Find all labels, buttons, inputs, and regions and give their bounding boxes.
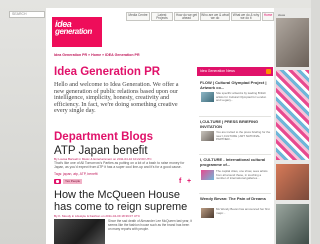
- nav-tab-who-we-are[interactable]: Who are we & what we do: [200, 12, 230, 21]
- sidebar-news-title[interactable]: Wendy Bevan: The Pain of Dreams: [200, 196, 270, 201]
- sidebar-news-thumbnail[interactable]: [201, 92, 214, 102]
- sidebar-news-thumbnail[interactable]: [201, 170, 214, 180]
- post-meta[interactable]: By K. Moody in Lifestyle & Fashion on 20…: [54, 214, 194, 218]
- rss-icon[interactable]: [266, 69, 271, 74]
- sidebar-news-excerpt: Ms Wendy Bevan has announced her first m…: [216, 207, 270, 215]
- divider: [199, 154, 271, 155]
- intro-text: Hello and welcome to Idea Generation. We…: [54, 81, 179, 115]
- sidebar-news-thumbnail[interactable]: [201, 208, 214, 218]
- logo-line-2: generation: [55, 27, 92, 36]
- sidebar-news-excerpt: Site specific artworks by leading Britis…: [216, 91, 267, 103]
- sidebar-news-excerpt: You are invited to the press briefing fo…: [216, 130, 271, 142]
- promo-image[interactable]: [276, 164, 309, 200]
- post-excerpt: Since the sad death of Alexander Lee McQ…: [108, 219, 192, 232]
- site-logo[interactable]: idea generation: [52, 17, 102, 47]
- nav-tab-how-ahead[interactable]: How do we get ahead: [174, 12, 199, 21]
- post-tags[interactable]: Tags: japan, atp, ATP, benefit: [54, 172, 98, 176]
- breadcrumb[interactable]: Idea Generation PR » Home » IDEA Generat…: [54, 53, 204, 57]
- sidebar-heading: Idea Generation News: [197, 67, 273, 76]
- nav-tab-what-we-do[interactable]: What we do & why we do it: [231, 12, 261, 21]
- nav-tab-home[interactable]: Home: [262, 12, 274, 21]
- nav-tab-latest-projects[interactable]: Latest Projects: [151, 12, 173, 21]
- like-icon: [56, 180, 59, 183]
- like-count: Yes People: [63, 179, 82, 184]
- divider: [199, 116, 271, 117]
- sidebar-news-title[interactable]: I,CULTURE | PRESS BRIEFING INVITATION: [200, 119, 270, 129]
- sidebar-news-excerpt: The capital cities, one show, sees artis…: [216, 169, 268, 181]
- facebook-share-icon[interactable]: f: [179, 178, 181, 185]
- section-title: Department Blogs: [54, 131, 154, 143]
- promo-image[interactable]: [276, 18, 309, 67]
- like-button[interactable]: [54, 179, 61, 184]
- search-input[interactable]: SEARCH: [9, 11, 45, 18]
- promo-image[interactable]: [276, 70, 309, 160]
- post-title[interactable]: ATP Japan benefit: [54, 145, 148, 157]
- sidebar-news-title[interactable]: I, CULTURE - International cultural prog…: [200, 157, 270, 167]
- post-title[interactable]: How the McQueen House has come to reign …: [54, 189, 194, 213]
- nav-tab-media-centre[interactable]: Media Centre: [126, 12, 150, 21]
- sidebar-news-title[interactable]: FLOW | Cultural Olympiad Project | Artwo…: [200, 80, 270, 90]
- page: SEARCH Media Centre Latest Projects How …: [0, 0, 311, 244]
- post-image[interactable]: [54, 219, 105, 244]
- promo-image[interactable]: [276, 204, 309, 244]
- plus-share-icon[interactable]: +: [187, 178, 191, 185]
- right-column-label: ideas: [278, 13, 286, 17]
- post-excerpt: That's like one of All Tomorrow's Partie…: [54, 161, 185, 170]
- page-title: Idea Generation PR: [54, 66, 161, 78]
- sidebar-news-thumbnail[interactable]: [201, 131, 214, 141]
- divider: [199, 193, 271, 194]
